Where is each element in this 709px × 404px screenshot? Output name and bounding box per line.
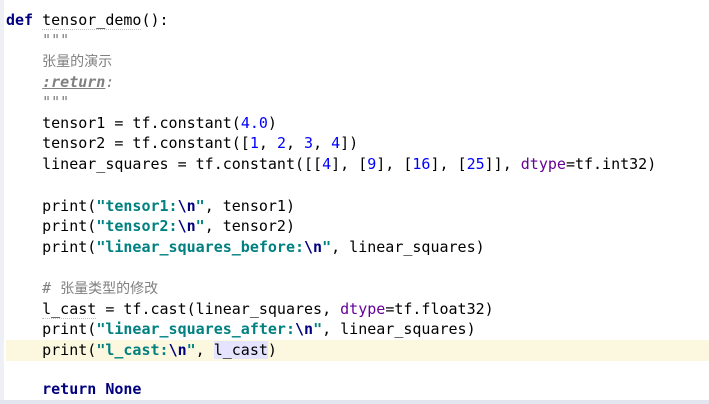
code-text: print( — [42, 217, 97, 235]
code-text: , — [258, 134, 277, 152]
docstring-text: 张量的演示 — [42, 54, 113, 70]
editor-bottom-edge — [0, 400, 709, 404]
keyword-argument: dtype — [340, 300, 386, 318]
code-line-docstring-close[interactable]: """ — [6, 92, 709, 113]
keyword-def: def — [6, 11, 34, 29]
code-line-print-after[interactable]: print("linear_squares_after:\n", linear_… — [6, 319, 709, 340]
code-text: tensor2 = tf.constant([ — [42, 134, 250, 152]
code-text: , linear_squares) — [322, 320, 476, 338]
number-literal: 16 — [412, 155, 431, 173]
code-text: print( — [42, 320, 97, 338]
escape-sequence: \n — [295, 320, 314, 338]
code-text: (): — [141, 11, 169, 29]
string-quote: " — [195, 197, 205, 215]
comment-text: 张量类型的修改 — [60, 281, 159, 297]
keyword-return: return — [42, 380, 97, 398]
code-text: ]], — [484, 155, 521, 173]
code-text: =tf.float32) — [385, 300, 494, 318]
docstring-colon: : — [105, 73, 115, 91]
number-literal: 3 — [304, 134, 314, 152]
code-text: ], [ — [430, 155, 467, 173]
variable-l-cast-highlighted: l_cast — [213, 341, 268, 359]
code-line-docstring-text[interactable]: 张量的演示 — [6, 51, 709, 72]
code-text: , — [285, 134, 305, 152]
code-line-print-tensor2[interactable]: print("tensor2:\n", tensor2) — [6, 216, 709, 237]
code-text: ]) — [340, 134, 359, 152]
code-text: print( — [42, 341, 97, 359]
number-literal: 4 — [322, 155, 332, 173]
number-literal: 9 — [367, 155, 377, 173]
code-line-docstring-open[interactable]: """ — [6, 30, 709, 51]
docstring-return-tag: :return — [42, 73, 106, 91]
code-text: , tensor2) — [204, 217, 295, 235]
code-line-def[interactable]: def tensor_demo(): — [6, 10, 709, 31]
code-text: ) — [267, 341, 277, 359]
code-text: , tensor1) — [204, 197, 295, 215]
code-line-tensor2[interactable]: tensor2 = tf.constant([1, 2, 3, 4]) — [6, 133, 709, 154]
code-line-print-before[interactable]: print("linear_squares_before:\n", linear… — [6, 237, 709, 258]
code-line-print-cast[interactable]: print("l_cast:\n", l_cast) — [6, 340, 709, 361]
string-literal: "tensor1: — [96, 197, 178, 215]
code-text: print( — [42, 238, 97, 256]
escape-sequence: \n — [168, 341, 187, 359]
code-text: ], [ — [331, 155, 368, 173]
keyword-none: None — [105, 380, 142, 398]
code-line-tensor1[interactable]: tensor1 = tf.constant(4.0) — [6, 113, 709, 134]
docstring-quotes: """ — [42, 31, 70, 49]
code-line-docstring-return[interactable]: :return: — [6, 72, 709, 93]
code-text: linear_squares = tf.constant([[ — [42, 155, 323, 173]
string-literal: "l_cast: — [96, 341, 169, 359]
code-editor[interactable]: def tensor_demo(): """ 张量的演示 :return: ""… — [0, 0, 709, 404]
string-quote: " — [195, 217, 205, 235]
number-literal: 4 — [331, 134, 341, 152]
string-quote: " — [322, 238, 332, 256]
variable-l-cast: l_cast — [42, 300, 97, 319]
string-quote: " — [313, 320, 323, 338]
number-literal: 2 — [276, 134, 286, 152]
code-line-comment[interactable]: # 张量类型的修改 — [6, 278, 709, 299]
code-text: print( — [42, 197, 97, 215]
comment-hash: # — [42, 279, 61, 297]
code-text: =tf.int32) — [565, 155, 657, 173]
code-text: ) — [267, 114, 277, 132]
number-literal: 4.0 — [240, 114, 268, 132]
escape-sequence: \n — [177, 217, 196, 235]
code-text: ], [ — [376, 155, 413, 173]
docstring-quotes: """ — [42, 93, 70, 111]
code-text: , — [313, 134, 332, 152]
escape-sequence: \n — [177, 197, 196, 215]
code-line-return[interactable]: return None — [6, 379, 709, 400]
keyword-argument: dtype — [520, 155, 566, 173]
string-literal: "tensor2: — [96, 217, 178, 235]
code-text: = tf.cast(linear_squares, — [96, 300, 341, 318]
editor-gutter — [0, 0, 4, 404]
code-line-print-tensor1[interactable]: print("tensor1:\n", tensor1) — [6, 196, 709, 217]
code-text: tensor1 = tf.constant( — [42, 114, 241, 132]
string-literal: "linear_squares_before: — [96, 238, 305, 256]
function-name: tensor_demo — [42, 11, 142, 30]
code-text: , linear_squares) — [331, 238, 485, 256]
string-quote: " — [186, 341, 196, 359]
escape-sequence: \n — [304, 238, 323, 256]
string-literal: "linear_squares_after: — [96, 320, 295, 338]
code-line-linear-squares[interactable]: linear_squares = tf.constant([[4], [9], … — [6, 154, 709, 175]
number-literal: 25 — [466, 155, 485, 173]
number-literal: 1 — [249, 134, 259, 152]
code-line-cast[interactable]: l_cast = tf.cast(linear_squares, dtype=t… — [6, 299, 709, 320]
code-text: , — [195, 341, 214, 359]
